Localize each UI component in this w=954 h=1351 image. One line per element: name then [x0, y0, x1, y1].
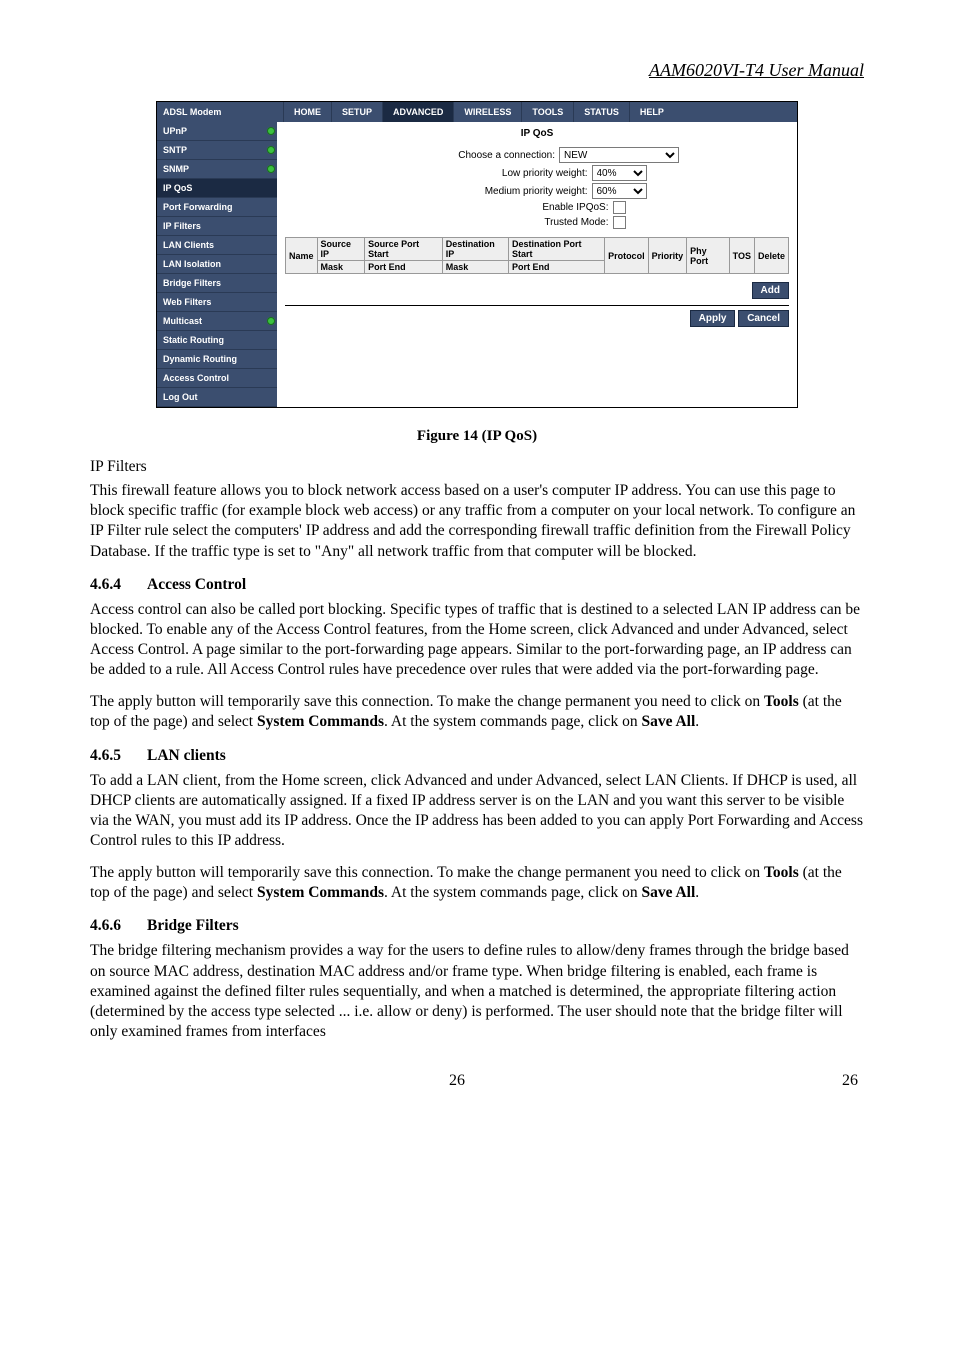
screenshot-ip-qos: ADSL Modem HOME SETUP ADVANCED WIRELESS … [156, 101, 798, 408]
ip-filters-body: This firewall feature allows you to bloc… [90, 481, 864, 562]
th-dst-port-start: Destination Port Start [508, 238, 604, 261]
th-src-ip: Source IP [317, 238, 365, 261]
add-button[interactable]: Add [752, 282, 789, 299]
modem-brand: ADSL Modem [157, 102, 283, 122]
medium-priority-select[interactable]: 60% [592, 183, 647, 199]
sidebar: UPnP SNTP SNMP IP QoS Port Forwarding IP… [157, 122, 277, 407]
low-priority-label: Low priority weight: [428, 168, 592, 179]
th-dst-ip: Destination IP [442, 238, 508, 261]
tab-advanced[interactable]: ADVANCED [382, 102, 453, 122]
choose-connection-label: Choose a connection: [395, 150, 559, 161]
ip-filters-heading: IP Filters [90, 457, 864, 477]
section-466-num: 4.6.6 [90, 917, 121, 935]
th-name: Name [286, 238, 318, 274]
th-phy-port: Phy Port [687, 238, 730, 274]
top-nav: HOME SETUP ADVANCED WIRELESS TOOLS STATU… [283, 102, 797, 122]
section-466-p1: The bridge filtering mechanism provides … [90, 941, 864, 1042]
trusted-mode-label: Trusted Mode: [449, 217, 613, 228]
sidebar-item-access-control[interactable]: Access Control [157, 369, 277, 388]
th-dst-mask: Mask [442, 261, 508, 274]
tab-help[interactable]: HELP [629, 102, 674, 122]
th-dst-port-end: Port End [508, 261, 604, 274]
tab-setup[interactable]: SETUP [331, 102, 382, 122]
sidebar-item-upnp[interactable]: UPnP [157, 122, 277, 141]
sidebar-item-log-out[interactable]: Log Out [157, 388, 277, 407]
sidebar-item-sntp[interactable]: SNTP [157, 141, 277, 160]
sidebar-item-ipqos[interactable]: IP QoS [157, 179, 277, 198]
sidebar-item-snmp[interactable]: SNMP [157, 160, 277, 179]
apply-button[interactable]: Apply [690, 310, 736, 327]
sidebar-item-lan-isolation[interactable]: LAN Isolation [157, 255, 277, 274]
tab-home[interactable]: HOME [283, 102, 331, 122]
enable-ipqos-label: Enable IPQoS: [449, 202, 613, 213]
document-header: AAM6020VI-T4 User Manual [90, 60, 864, 81]
section-464-title: Access Control [147, 576, 246, 594]
section-464-p1: Access control can also be called port b… [90, 600, 864, 681]
section-465-p2: The apply button will temporarily save t… [90, 863, 864, 903]
sidebar-item-bridge-filters[interactable]: Bridge Filters [157, 274, 277, 293]
trusted-mode-checkbox[interactable] [613, 216, 626, 229]
sidebar-item-ip-filters[interactable]: IP Filters [157, 217, 277, 236]
tab-wireless[interactable]: WIRELESS [453, 102, 521, 122]
enable-ipqos-checkbox[interactable] [613, 201, 626, 214]
choose-connection-select[interactable]: NEW [559, 147, 679, 163]
sidebar-item-port-forwarding[interactable]: Port Forwarding [157, 198, 277, 217]
sidebar-item-static-routing[interactable]: Static Routing [157, 331, 277, 350]
th-src-port-end: Port End [365, 261, 443, 274]
figure-caption: Figure 14 (IP QoS) [90, 428, 864, 445]
section-464-num: 4.6.4 [90, 576, 121, 594]
section-466-title: Bridge Filters [147, 917, 239, 935]
page-number-right: 26 [818, 1072, 858, 1090]
tab-tools[interactable]: TOOLS [521, 102, 573, 122]
th-priority: Priority [648, 238, 687, 274]
cancel-button[interactable]: Cancel [738, 310, 789, 327]
page-number-center: 26 [96, 1072, 818, 1090]
low-priority-select[interactable]: 40% [592, 165, 647, 181]
sidebar-item-web-filters[interactable]: Web Filters [157, 293, 277, 312]
qos-rules-table: Name Source IP Source Port Start Destina… [285, 237, 789, 274]
th-src-port-start: Source Port Start [365, 238, 443, 261]
th-delete: Delete [754, 238, 788, 274]
th-tos: TOS [729, 238, 754, 274]
th-src-mask: Mask [317, 261, 365, 274]
content-title: IP QoS [285, 128, 789, 139]
section-465-title: LAN clients [147, 747, 226, 765]
sidebar-item-dynamic-routing[interactable]: Dynamic Routing [157, 350, 277, 369]
section-465-num: 4.6.5 [90, 747, 121, 765]
section-465-p1: To add a LAN client, from the Home scree… [90, 771, 864, 852]
tab-status[interactable]: STATUS [573, 102, 629, 122]
sidebar-item-lan-clients[interactable]: LAN Clients [157, 236, 277, 255]
sidebar-item-multicast[interactable]: Multicast [157, 312, 277, 331]
medium-priority-label: Medium priority weight: [428, 186, 592, 197]
section-464-p2: The apply button will temporarily save t… [90, 692, 864, 732]
th-protocol: Protocol [605, 238, 649, 274]
